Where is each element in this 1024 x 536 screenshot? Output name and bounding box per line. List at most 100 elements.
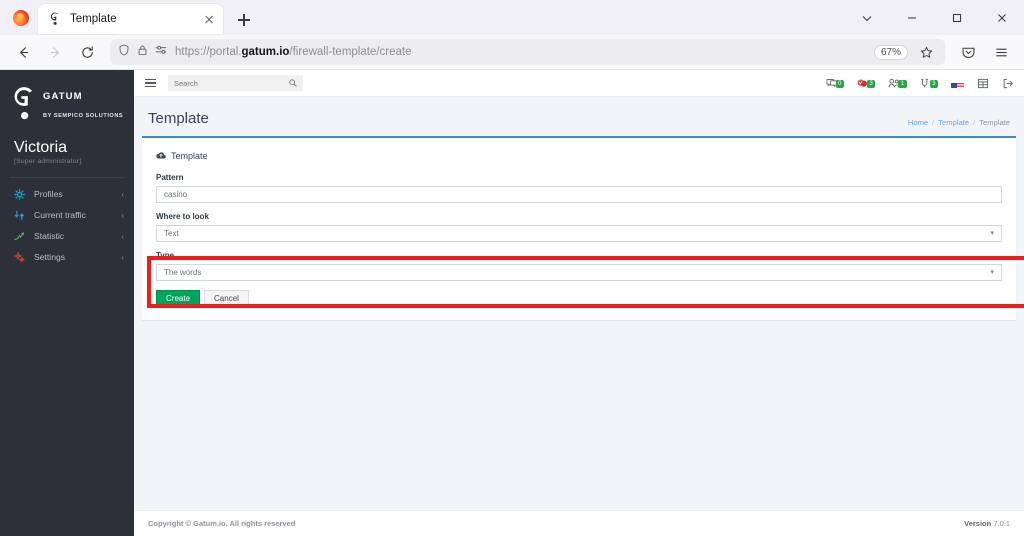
field-type: Type The words ▾ — [156, 251, 1002, 281]
chevron-left-icon: ‹ — [121, 210, 124, 220]
lock-icon[interactable] — [137, 43, 148, 61]
url-domain: gatum.io — [241, 46, 290, 58]
permissions-icon[interactable] — [155, 43, 168, 61]
breadcrumb-separator: / — [932, 118, 935, 127]
breadcrumb-item-current: Template — [979, 118, 1010, 127]
chevron-left-icon: ‹ — [121, 252, 124, 262]
main-content: 0 3 1 3 — [134, 70, 1024, 536]
profiles-gear-icon — [14, 188, 25, 200]
sidebar-item-settings[interactable]: Settings ‹ — [0, 247, 134, 268]
search-icon[interactable] — [289, 74, 297, 92]
close-window-button[interactable] — [979, 0, 1024, 35]
pattern-input[interactable]: casino — [156, 186, 1002, 203]
maximize-button[interactable] — [934, 0, 979, 35]
field-where-to-look: Where to look Text ▾ — [156, 212, 1002, 242]
messages-icon[interactable]: 0 — [826, 75, 844, 91]
breadcrumb-item-home[interactable]: Home — [908, 118, 928, 127]
type-select[interactable]: The words ▾ — [156, 264, 1002, 281]
search-box[interactable] — [168, 75, 303, 91]
close-icon[interactable] — [201, 11, 217, 27]
browser-toolbar-right — [953, 38, 1016, 66]
tab-strip: Template — [0, 0, 1024, 35]
user-name: Victoria — [14, 138, 68, 156]
star-icon[interactable] — [915, 41, 937, 63]
search-input[interactable] — [174, 78, 285, 88]
card-header-title: Template — [171, 151, 208, 161]
card-header: Template — [142, 138, 1016, 173]
badge-count: 3 — [866, 80, 876, 88]
user-role: [Super administrator] — [14, 157, 82, 165]
browser-window: Template https://portal.gatum.io/firewal… — [0, 0, 1024, 536]
card-body: Pattern casino Where to look Text ▾ Type — [142, 173, 1016, 320]
where-to-look-select[interactable]: Text ▾ — [156, 225, 1002, 242]
menu-toggle-icon[interactable] — [142, 75, 158, 91]
sidebar-item-profiles[interactable]: Profiles ‹ — [0, 184, 134, 205]
cancel-button[interactable]: Cancel — [204, 290, 249, 308]
language-flag-icon[interactable] — [951, 75, 964, 91]
pocket-icon[interactable] — [953, 38, 983, 66]
select-value: Text — [164, 229, 179, 238]
tab-title: Template — [70, 13, 117, 25]
sidebar-item-label: Statistic — [34, 231, 65, 242]
badge-count: 3 — [929, 80, 938, 88]
minimize-button[interactable] — [889, 0, 934, 35]
back-arrow-icon[interactable] — [8, 38, 38, 66]
settings-gears-icon — [14, 251, 25, 263]
field-label: Where to look — [156, 212, 209, 221]
brand-subtitle: BY SEMPICO SOLUTIONS — [43, 113, 124, 120]
field-label: Pattern — [156, 173, 184, 182]
firefox-logo-icon — [12, 9, 30, 27]
notifications-icon[interactable]: 3 — [857, 75, 876, 91]
page-title: Template — [148, 110, 209, 127]
shield-icon[interactable] — [118, 43, 130, 61]
sidebar-item-current-traffic[interactable]: Current traffic ‹ — [0, 205, 134, 226]
sidebar-item-statistic[interactable]: Statistic ‹ — [0, 226, 134, 247]
gatum-logo-icon — [10, 87, 36, 121]
grid-apps-icon[interactable] — [977, 75, 989, 91]
top-navbar: 0 3 1 3 — [134, 70, 1024, 97]
form-actions: Create Cancel — [156, 290, 1002, 308]
users-icon[interactable]: 1 — [888, 75, 907, 91]
field-pattern: Pattern casino — [156, 173, 1002, 203]
tasks-icon[interactable]: 3 — [920, 75, 938, 91]
window-controls — [844, 0, 1024, 35]
field-label: Type — [156, 251, 175, 260]
logout-icon[interactable] — [1002, 75, 1014, 91]
sidebar-item-label: Profiles — [34, 189, 63, 200]
card-container: Template Pattern casino Where to look Te… — [134, 136, 1024, 510]
reload-icon[interactable] — [72, 38, 102, 66]
select-value: The words — [164, 268, 202, 277]
breadcrumb-separator: / — [973, 118, 976, 127]
chevron-left-icon: ‹ — [121, 231, 124, 241]
sidebar-divider — [10, 176, 124, 178]
chevron-down-icon: ▾ — [990, 268, 994, 276]
gatum-logo-icon — [48, 12, 62, 26]
traffic-arrows-icon — [14, 210, 25, 221]
create-button[interactable]: Create — [156, 290, 201, 308]
brand-text: GATUM BY SEMPICO SOLUTIONS — [43, 86, 123, 123]
browser-navigation-bar: https://portal.gatum.io/firewall-templat… — [0, 35, 1024, 70]
breadcrumb: Home / Template / Template — [908, 118, 1010, 127]
chevron-down-icon: ▾ — [990, 229, 994, 237]
new-tab-button[interactable] — [231, 7, 257, 33]
hamburger-menu-icon[interactable] — [986, 38, 1016, 66]
url-text[interactable]: https://portal.gatum.io/firewall-templat… — [175, 46, 412, 58]
badge-count: 0 — [835, 80, 844, 88]
url-scheme: https:// — [175, 46, 210, 58]
version-text: Version 7.0.1 — [964, 519, 1010, 528]
cloud-upload-icon — [156, 147, 166, 165]
breadcrumb-item-template[interactable]: Template — [938, 118, 969, 127]
brand-block: GATUM BY SEMPICO SOLUTIONS — [0, 70, 134, 131]
top-navbar-icons: 0 3 1 3 — [826, 75, 1014, 91]
sidebar-item-label: Settings — [34, 252, 66, 263]
version-label: Version — [964, 519, 992, 528]
sidebar: GATUM BY SEMPICO SOLUTIONS Victoria [Sup… — [0, 70, 134, 536]
forward-arrow-icon[interactable] — [40, 38, 70, 66]
footer: Copyright © Gatum.io. All rights reserve… — [134, 510, 1024, 536]
list-all-tabs-button[interactable] — [844, 0, 889, 35]
browser-tab[interactable]: Template — [38, 4, 223, 34]
brand-name: GATUM — [43, 91, 83, 102]
url-bar[interactable]: https://portal.gatum.io/firewall-templat… — [110, 39, 945, 65]
zoom-level-badge[interactable]: 67% — [873, 44, 908, 60]
chevron-left-icon: ‹ — [121, 189, 124, 199]
